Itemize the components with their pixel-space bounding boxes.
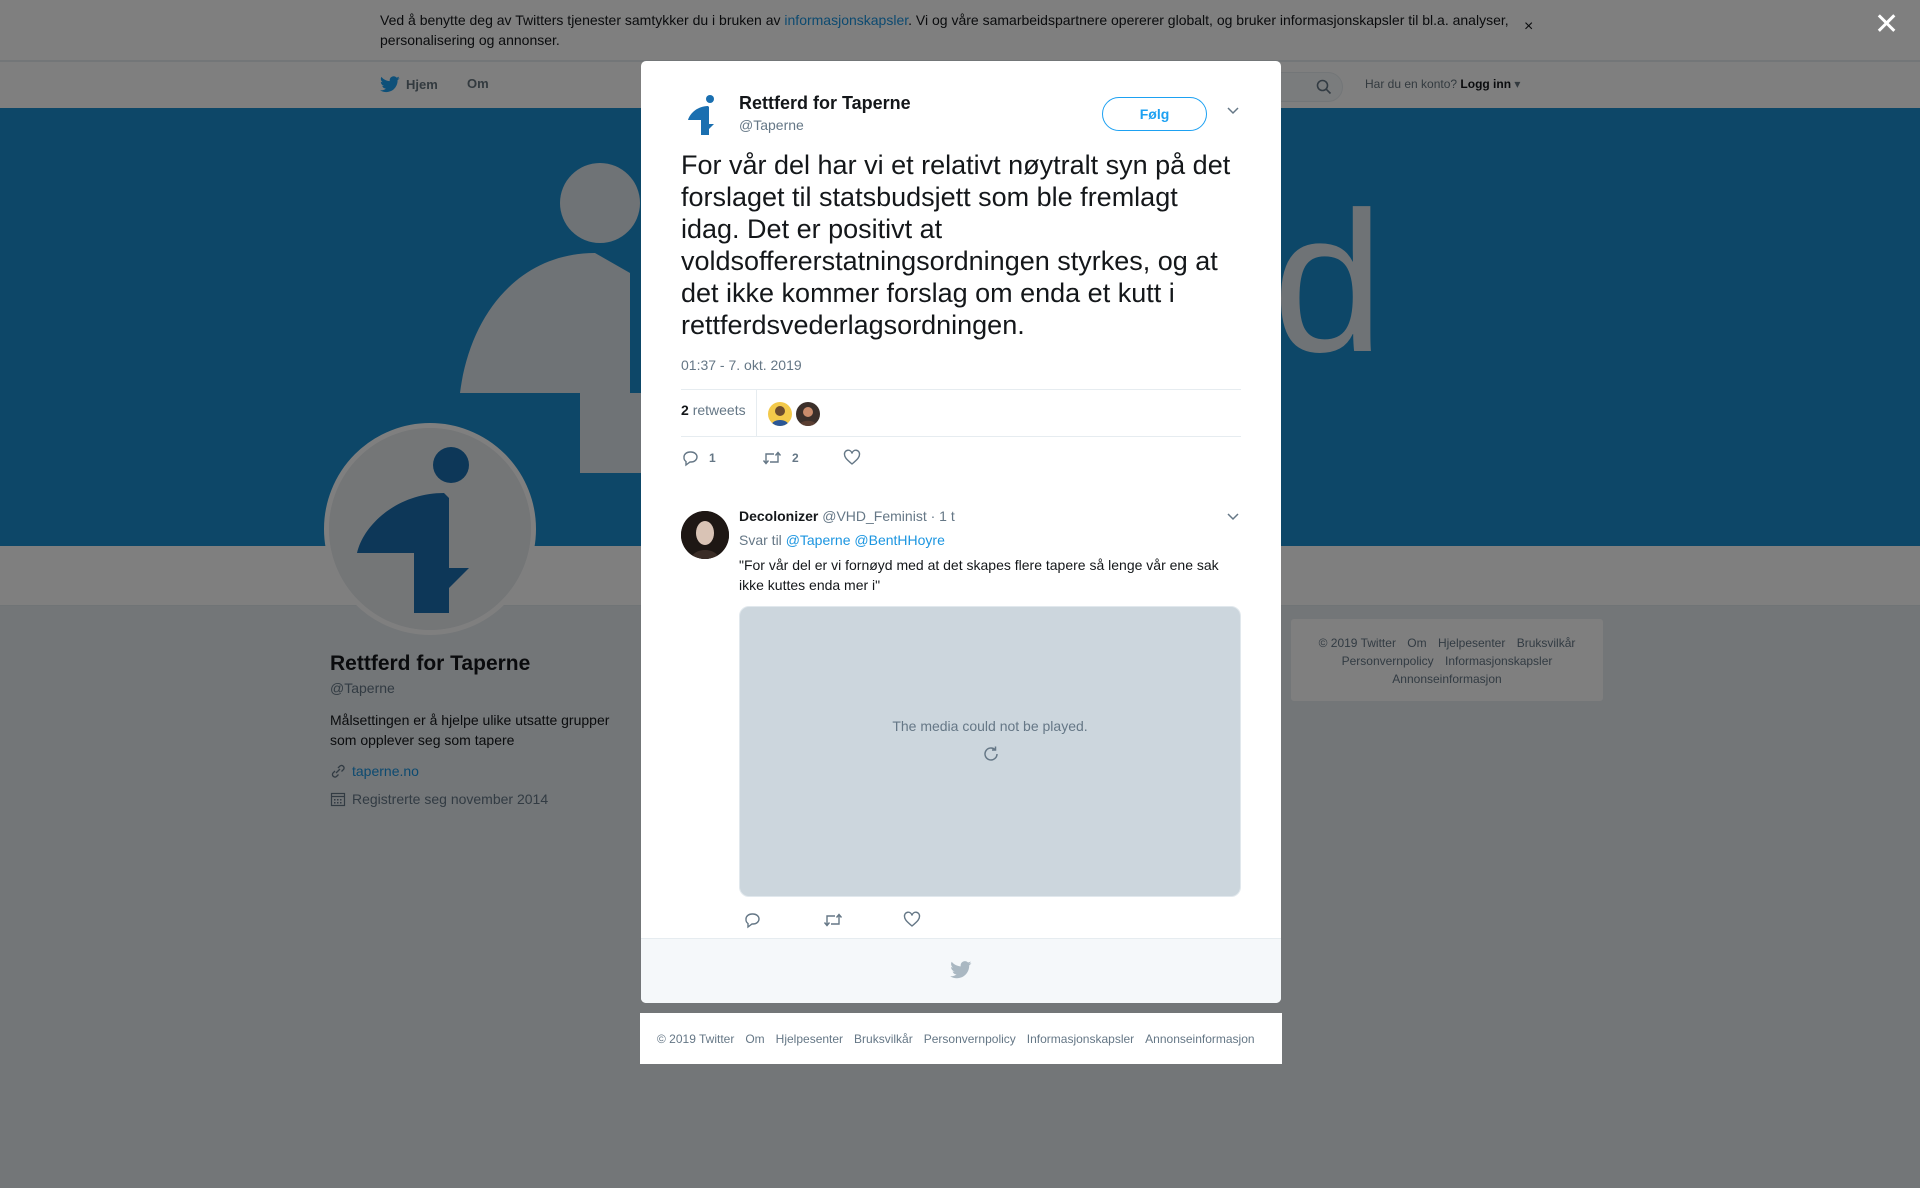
retweet-icon	[762, 451, 782, 465]
heart-icon	[843, 449, 861, 465]
reply-avatar-image	[681, 511, 729, 559]
bottom-footer: © 2019 Twitter Om Hjelpesenter Bruksvilk…	[640, 1013, 1282, 1064]
close-icon[interactable]: ✕	[1874, 10, 1899, 40]
footer-link-help[interactable]: Hjelpesenter	[776, 1032, 843, 1046]
media-error-message: The media could not be played.	[892, 718, 1088, 734]
tweet-author-handle[interactable]: @Taperne	[739, 117, 804, 133]
reply-count: 1	[709, 451, 716, 465]
footer-link-ads[interactable]: Annonseinformasjon	[1145, 1032, 1254, 1046]
reply-button[interactable]	[743, 911, 823, 929]
reply-author-name[interactable]: Decolonizer	[739, 508, 818, 524]
footer-copyright: © 2019 Twitter	[657, 1031, 735, 1046]
reply-author-handle[interactable]: @VHD_Feminist	[822, 508, 926, 524]
retweet-count-label: retweets	[692, 402, 746, 418]
reply-text: "For vår del er vi fornøyd med at det sk…	[739, 557, 1219, 593]
twitter-bird-icon	[950, 961, 972, 979]
reply-to-label: Svar til	[739, 532, 782, 548]
tweet-author-avatar[interactable]	[681, 91, 729, 139]
reply-to-mention[interactable]: @BentHHoyre	[854, 532, 944, 548]
reply-time[interactable]: · 1 t	[931, 508, 955, 524]
retweet-icon	[823, 913, 843, 927]
footer-link-privacy[interactable]: Personvernpolicy	[924, 1032, 1016, 1046]
tweet-text: For vår del har vi et relativt nøytralt …	[681, 150, 1231, 340]
like-button[interactable]	[903, 911, 983, 929]
modal-footer	[641, 938, 1281, 1003]
reply-icon	[683, 451, 698, 467]
reply-button[interactable]: 1	[681, 449, 762, 467]
tweet-stats: 2 retweets	[681, 389, 1241, 437]
reply-actions	[743, 911, 983, 929]
retweet-count-value: 2	[681, 402, 689, 418]
retweet-button[interactable]	[823, 911, 903, 929]
reply-header: Decolonizer @VHD_Feminist · 1 t	[739, 508, 955, 524]
tweet-author-name[interactable]: Rettferd for Taperne	[739, 93, 911, 114]
reload-icon[interactable]	[981, 744, 1001, 764]
stats-divider	[756, 390, 757, 436]
heart-icon	[903, 911, 921, 927]
footer-link-about[interactable]: Om	[745, 1032, 764, 1046]
tweet-timestamp[interactable]: 01:37 - 7. okt. 2019	[681, 357, 802, 373]
retweeter-avatar-image	[796, 402, 820, 426]
chevron-down-icon[interactable]	[1226, 511, 1240, 521]
chevron-down-icon[interactable]	[1226, 105, 1240, 115]
retweet-button[interactable]: 2	[762, 449, 843, 467]
footer-link-cookies[interactable]: Informasjonskapsler	[1027, 1032, 1134, 1046]
footer-link-terms[interactable]: Bruksvilkår	[854, 1032, 913, 1046]
like-button[interactable]	[843, 449, 924, 467]
tweet-actions: 1 2	[681, 449, 924, 467]
retweeter-avatar-image	[768, 402, 792, 426]
retweet-count-action: 2	[792, 451, 799, 465]
reply-icon	[745, 913, 760, 929]
retweeter-avatar[interactable]	[768, 402, 792, 426]
reply-media[interactable]: The media could not be played.	[739, 606, 1241, 897]
author-logo-icon	[681, 91, 729, 139]
tweet-modal: Rettferd for Taperne @Taperne Følg For v…	[641, 61, 1281, 1003]
retweet-count[interactable]: 2 retweets	[681, 402, 746, 418]
reply-to-line: Svar til @Taperne @BentHHoyre	[739, 532, 945, 548]
retweeter-avatar[interactable]	[796, 402, 820, 426]
reply-to-mention[interactable]: @Taperne	[786, 532, 851, 548]
reply-author-avatar[interactable]	[681, 511, 729, 559]
follow-button[interactable]: Følg	[1102, 97, 1207, 131]
